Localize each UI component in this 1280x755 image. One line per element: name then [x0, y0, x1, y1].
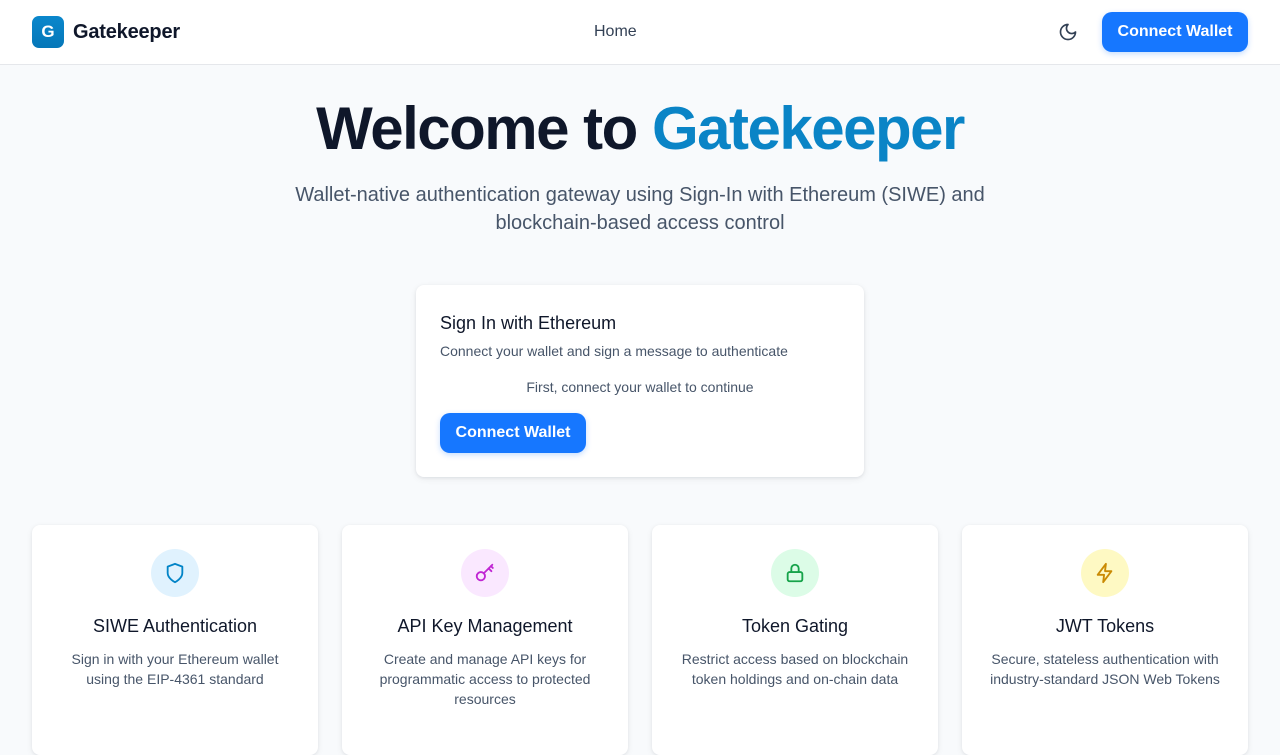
shield-icon: [166, 562, 184, 584]
feature-title: Token Gating: [741, 616, 849, 636]
signin-description: Connect your wallet and sign a message t…: [440, 343, 788, 359]
feature-title: SIWE Authentication: [92, 616, 258, 636]
feature-card-jwt: JWT Tokens Secure, stateless authenticat…: [962, 525, 1248, 755]
feature-description: Restrict access based on blockchain toke…: [681, 651, 909, 687]
hero-title-prefix: Welcome to: [316, 95, 638, 162]
feature-title: JWT Tokens: [1055, 616, 1155, 636]
lightning-icon: [1096, 562, 1113, 584]
feature-icon-circle: [771, 549, 819, 597]
feature-description: Secure, stateless authentication with in…: [990, 651, 1220, 687]
feature-card-api-keys: API Key Management Create and manage API…: [342, 525, 628, 755]
hero-title: Welcome to Gatekeeper: [0, 92, 1280, 166]
hero-subtitle: Wallet-native authentication gateway usi…: [295, 184, 985, 234]
feature-icon-circle: [461, 549, 509, 597]
moon-icon: [1059, 23, 1077, 41]
key-icon: [475, 563, 494, 582]
feature-title: API Key Management: [397, 616, 573, 636]
feature-card-token-gating: Token Gating Restrict access based on bl…: [652, 525, 938, 755]
theme-toggle-button[interactable]: [1054, 18, 1082, 46]
logo-text: Gatekeeper: [73, 20, 180, 43]
signin-card: Sign In with Ethereum Connect your walle…: [416, 285, 864, 477]
nav-link-home[interactable]: Home: [594, 22, 637, 42]
logo-badge: G: [32, 16, 64, 48]
feature-description: Create and manage API keys for programma…: [379, 651, 591, 707]
signin-connect-wallet-button[interactable]: Connect Wallet: [440, 413, 586, 453]
feature-card-siwe: SIWE Authentication Sign in with your Et…: [32, 525, 318, 755]
hero-title-accent: Gatekeeper: [651, 95, 965, 162]
header-connect-wallet-button[interactable]: Connect Wallet: [1102, 12, 1248, 52]
signin-note: First, connect your wallet to continue: [526, 379, 754, 395]
logo-link[interactable]: G Gatekeeper: [32, 16, 180, 48]
top-navbar: G Gatekeeper Home Connect Wallet: [0, 0, 1280, 65]
feature-icon-circle: [1081, 549, 1129, 597]
signin-title: Sign In with Ethereum: [440, 313, 617, 333]
feature-description: Sign in with your Ethereum wallet using …: [71, 651, 279, 687]
feature-icon-circle: [151, 549, 199, 597]
lock-icon: [786, 563, 804, 583]
